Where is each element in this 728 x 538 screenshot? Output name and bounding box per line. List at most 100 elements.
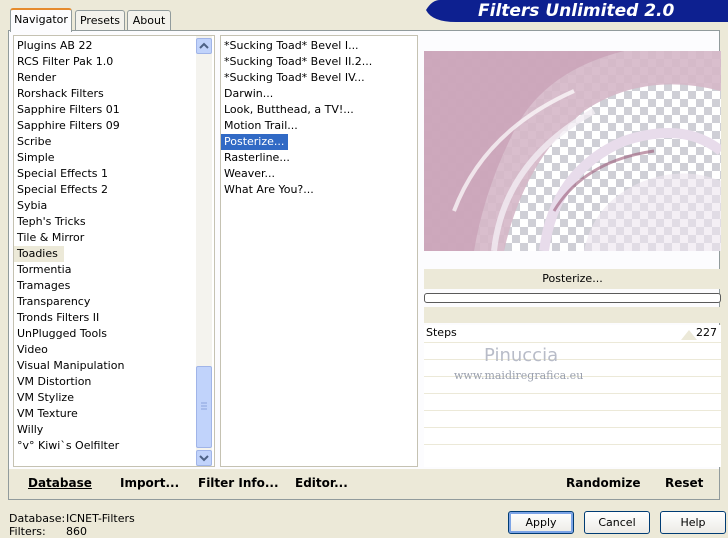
category-item[interactable]: VM Texture bbox=[14, 406, 214, 422]
category-item-label: Video bbox=[17, 343, 48, 356]
filter-item[interactable]: *Sucking Toad* Bevel II.2... bbox=[221, 54, 417, 70]
filter-item-label: *Sucking Toad* Bevel I... bbox=[224, 39, 359, 52]
category-item-label: VM Distortion bbox=[17, 375, 92, 388]
category-item-label: Simple bbox=[17, 151, 55, 164]
editor-button[interactable]: Editor... bbox=[295, 476, 348, 490]
scroll-thumb[interactable] bbox=[196, 366, 212, 448]
category-list[interactable]: Plugins AB 22 RCS Filter Pak 1.0 Render Ror… bbox=[13, 35, 215, 467]
category-item[interactable]: Render bbox=[14, 70, 214, 86]
tab-navigator[interactable]: Navigator bbox=[10, 8, 72, 32]
filter-info-button[interactable]: Filter Info... bbox=[198, 476, 279, 490]
progress-bar bbox=[424, 293, 721, 303]
category-item[interactable]: Scribe bbox=[14, 134, 214, 150]
filter-item-label: Motion Trail... bbox=[224, 119, 298, 132]
tab-presets[interactable]: Presets bbox=[75, 10, 125, 30]
scroll-up-button[interactable] bbox=[196, 38, 212, 54]
category-item[interactable]: Tormentia bbox=[14, 262, 214, 278]
category-item-label: Sapphire Filters 09 bbox=[17, 119, 120, 132]
preview-filter-name: Posterize... bbox=[542, 272, 603, 285]
scroll-down-button[interactable] bbox=[196, 450, 212, 466]
cancel-label: Cancel bbox=[598, 516, 636, 529]
filter-item-label: Weaver... bbox=[224, 167, 276, 180]
category-item[interactable]: Rorshack Filters bbox=[14, 86, 214, 102]
category-item[interactable]: Special Effects 1 bbox=[14, 166, 214, 182]
preview-area bbox=[424, 51, 725, 263]
filter-item[interactable]: Posterize... bbox=[221, 133, 417, 151]
category-item-label: VM Texture bbox=[17, 407, 78, 420]
reset-button[interactable]: Reset bbox=[665, 476, 703, 490]
category-item-label: Special Effects 1 bbox=[17, 167, 109, 180]
filter-item[interactable]: Darwin... bbox=[221, 86, 417, 102]
chevron-up-icon bbox=[199, 42, 209, 49]
category-item[interactable]: RCS Filter Pak 1.0 bbox=[14, 54, 214, 70]
category-item[interactable]: UnPlugged Tools bbox=[14, 326, 214, 342]
category-item-label: Scribe bbox=[17, 135, 52, 148]
filter-item[interactable]: Weaver... bbox=[221, 166, 417, 182]
tab-label: Navigator bbox=[14, 13, 68, 26]
tab-about[interactable]: About bbox=[127, 10, 171, 30]
editor-label: Editor... bbox=[295, 476, 348, 490]
help-button[interactable]: Help bbox=[660, 511, 726, 534]
category-item[interactable]: Video bbox=[14, 342, 214, 358]
filter-item[interactable]: Look, Butthead, a TV!... bbox=[221, 102, 417, 118]
status-database-label: Database: bbox=[9, 512, 66, 525]
category-item[interactable]: Sapphire Filters 09 bbox=[14, 118, 214, 134]
filter-item-label: *Sucking Toad* Bevel IV... bbox=[224, 71, 365, 84]
category-item-label: RCS Filter Pak 1.0 bbox=[17, 55, 114, 68]
database-label: Database bbox=[28, 476, 92, 490]
import-label: Import... bbox=[120, 476, 180, 490]
category-item-label: Special Effects 2 bbox=[17, 183, 109, 196]
tab-label: Presets bbox=[79, 14, 121, 27]
separator bbox=[424, 307, 721, 323]
param-value: 227 bbox=[696, 326, 717, 339]
filter-list[interactable]: *Sucking Toad* Bevel I... *Sucking Toad* … bbox=[220, 35, 418, 467]
category-item-label: Tile & Mirror bbox=[17, 231, 85, 244]
cancel-button[interactable]: Cancel bbox=[584, 511, 650, 534]
category-item[interactable]: Special Effects 2 bbox=[14, 182, 214, 198]
category-item[interactable]: Plugins AB 22 bbox=[14, 38, 214, 54]
category-scrollbar[interactable] bbox=[196, 36, 212, 466]
filter-item[interactable]: Rasterline... bbox=[221, 150, 417, 166]
filter-item[interactable]: What Are You?... bbox=[221, 182, 417, 198]
help-label: Help bbox=[680, 516, 706, 529]
filter-item-label: What Are You?... bbox=[224, 183, 314, 196]
category-item[interactable]: Simple bbox=[14, 150, 214, 166]
category-item[interactable]: Tile & Mirror bbox=[14, 230, 214, 246]
category-item[interactable]: VM Stylize bbox=[14, 390, 214, 406]
category-item-label: Willy bbox=[17, 423, 44, 436]
preview-image bbox=[424, 51, 725, 252]
filter-item[interactable]: Motion Trail... bbox=[221, 118, 417, 134]
status-filters-value: 860 bbox=[66, 525, 87, 538]
filter-name-bar: Posterize... bbox=[424, 269, 721, 289]
filter-item-label: *Sucking Toad* Bevel II.2... bbox=[224, 55, 373, 68]
category-item[interactable]: Sapphire Filters 01 bbox=[14, 102, 214, 118]
randomize-button[interactable]: Randomize bbox=[566, 476, 640, 490]
filter-item[interactable]: *Sucking Toad* Bevel I... bbox=[221, 38, 417, 54]
grip-icon bbox=[201, 402, 207, 410]
category-item-label: Tronds Filters II bbox=[17, 311, 100, 324]
category-item[interactable]: Tramages bbox=[14, 278, 214, 294]
param-label: Steps bbox=[426, 326, 457, 339]
category-item[interactable]: Transparency bbox=[14, 294, 214, 310]
category-item[interactable]: VM Distortion bbox=[14, 374, 214, 390]
category-item[interactable]: Willy bbox=[14, 422, 214, 438]
apply-label: Apply bbox=[525, 516, 557, 529]
apply-button[interactable]: Apply bbox=[508, 511, 574, 534]
category-item[interactable]: Teph's Tricks bbox=[14, 214, 214, 230]
chevron-down-icon bbox=[199, 455, 209, 462]
category-item[interactable]: Toadies bbox=[14, 246, 214, 262]
watermark-name: Pinuccia bbox=[484, 345, 559, 366]
category-item[interactable]: °v° Kiwi`s Oelfilter bbox=[14, 438, 214, 454]
import-button[interactable]: Import... bbox=[120, 476, 179, 490]
slider-thumb-icon[interactable] bbox=[681, 328, 697, 340]
category-item[interactable]: Sybia bbox=[14, 198, 214, 214]
category-item-label: Sybia bbox=[17, 199, 48, 212]
category-item[interactable]: Tronds Filters II bbox=[14, 310, 214, 326]
param-slider-row[interactable]: Steps 227 bbox=[424, 325, 721, 341]
database-button[interactable]: Database bbox=[28, 476, 92, 490]
param-area: Steps 227 Pinuccia www.maidiregrafica.eu bbox=[424, 325, 721, 467]
filter-item-label: Rasterline... bbox=[224, 151, 290, 164]
filter-item[interactable]: *Sucking Toad* Bevel IV... bbox=[221, 70, 417, 86]
category-item[interactable]: Visual Manipulation bbox=[14, 358, 214, 374]
reset-label: Reset bbox=[665, 476, 704, 490]
